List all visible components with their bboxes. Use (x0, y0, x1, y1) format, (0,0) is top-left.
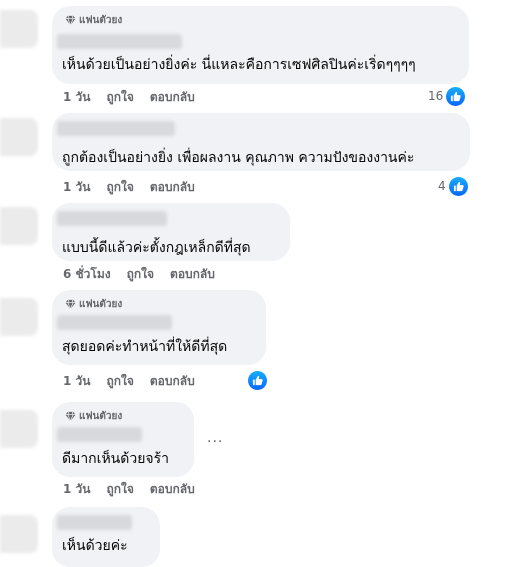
comment-text: เห็นด้วยเป็นอย่างยิ่งค่ะ นี่แหละคือการเซ… (62, 57, 416, 73)
like-button[interactable]: ถูกใจ (106, 480, 133, 499)
comment-bubble: แบบนี้ดีแล้วค่ะตั้งกฎเหล็กดีที่สุด (52, 203, 290, 261)
diamond-icon (65, 411, 76, 422)
comment-text: ดีมากเห็นด้วยจร้า (62, 451, 169, 467)
author-name[interactable] (57, 121, 175, 136)
avatar[interactable] (0, 10, 38, 48)
timestamp[interactable]: 1 วัน (63, 372, 90, 391)
thumbs-up-icon (248, 370, 267, 390)
comment-bubble: เห็นด้วยค่ะ (52, 507, 160, 567)
reaction-count[interactable]: 16 (428, 86, 466, 106)
badge-label: แฟนตัวยง (79, 410, 123, 422)
author-name[interactable] (57, 34, 182, 49)
author-name[interactable] (57, 211, 167, 226)
avatar[interactable] (0, 298, 38, 336)
timestamp[interactable]: 1 วัน (63, 480, 90, 499)
reaction-count-label: 4 (438, 179, 446, 193)
diamond-icon (65, 15, 76, 26)
badge-label: แฟนตัวยง (79, 298, 123, 310)
top-fan-badge: แฟนตัวยง (65, 408, 122, 424)
comment-bubble: แฟนตัวยง เห็นด้วยเป็นอย่างยิ่งค่ะ นี่แหล… (52, 6, 469, 84)
badge-label: แฟนตัวยง (79, 14, 123, 26)
reaction-count[interactable] (248, 370, 267, 390)
author-name[interactable] (57, 515, 132, 530)
reply-button[interactable]: ตอบกลับ (170, 265, 215, 284)
comment-bubble: แฟนตัวยง ดีมากเห็นด้วยจร้า (52, 402, 194, 477)
comment-text: ถูกต้องเป็นอย่างยิ่ง เพื่อผลงาน คุณภาพ ค… (62, 150, 415, 166)
avatar[interactable] (0, 118, 38, 156)
like-button[interactable]: ถูกใจ (106, 88, 133, 107)
timestamp[interactable]: 1 วัน (63, 88, 90, 107)
thumbs-up-icon (446, 86, 466, 106)
comment-actions: 1 วัน ถูกใจ ตอบกลับ (63, 372, 195, 390)
reaction-count-label: 16 (428, 89, 444, 103)
avatar[interactable] (0, 410, 38, 448)
like-button[interactable]: ถูกใจ (106, 372, 133, 391)
diamond-icon (65, 299, 76, 310)
comment-text: แบบนี้ดีแล้วค่ะตั้งกฎเหล็กดีที่สุด (62, 240, 251, 256)
comment-text: เห็นด้วยค่ะ (62, 538, 128, 554)
thumbs-up-icon (448, 176, 468, 196)
comment-bubble: แฟนตัวยง สุดยอดค่ะทำหน้าที่ให้ดีที่สุด (52, 290, 266, 365)
top-fan-badge: แฟนตัวยง (65, 296, 122, 312)
comment-bubble: ถูกต้องเป็นอย่างยิ่ง เพื่อผลงาน คุณภาพ ค… (52, 113, 470, 171)
comment-text: สุดยอดค่ะทำหน้าที่ให้ดีที่สุด (62, 339, 228, 355)
comment-actions: 1 วัน ถูกใจ ตอบกลับ (63, 480, 195, 498)
author-name[interactable] (57, 315, 172, 330)
avatar[interactable] (0, 515, 38, 553)
like-button[interactable]: ถูกใจ (106, 178, 133, 197)
reply-button[interactable]: ตอบกลับ (150, 480, 195, 499)
comment-actions: 1 วัน ถูกใจ ตอบกลับ (63, 88, 195, 106)
timestamp[interactable]: 1 วัน (63, 178, 90, 197)
timestamp[interactable]: 6 ชั่วโมง (63, 265, 111, 284)
comment-actions: 6 ชั่วโมง ถูกใจ ตอบกลับ (63, 265, 215, 283)
author-name[interactable] (57, 427, 142, 442)
reaction-count[interactable]: 4 (438, 176, 468, 196)
reply-button[interactable]: ตอบกลับ (150, 178, 195, 197)
more-options-button[interactable]: ... (207, 430, 223, 446)
comment-actions: 1 วัน ถูกใจ ตอบกลับ (63, 178, 195, 196)
top-fan-badge: แฟนตัวยง (65, 12, 122, 28)
reply-button[interactable]: ตอบกลับ (150, 372, 195, 391)
like-button[interactable]: ถูกใจ (127, 265, 154, 284)
reply-button[interactable]: ตอบกลับ (150, 88, 195, 107)
avatar[interactable] (0, 207, 38, 245)
